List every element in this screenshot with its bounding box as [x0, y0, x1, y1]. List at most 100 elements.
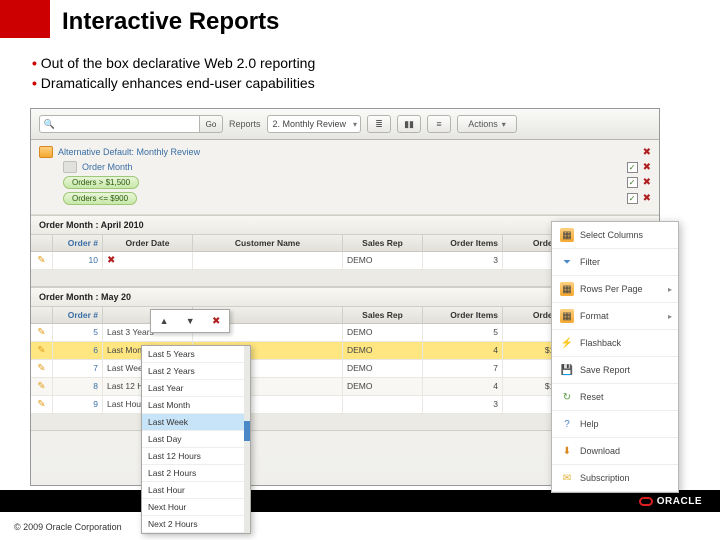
ic-funnel-icon: ⏷	[560, 255, 574, 269]
ic-cols-icon: ▦	[560, 309, 574, 323]
date-filter-popup: Last 5 YearsLast 2 YearsLast YearLast Mo…	[141, 345, 251, 534]
remove-icon[interactable]: ✖	[643, 147, 651, 158]
bullet-item: Dramatically enhances end-user capabilit…	[32, 75, 315, 91]
date-option[interactable]: Next Hour	[142, 499, 250, 516]
cell-order-no[interactable]: 9	[53, 396, 103, 413]
menu-item[interactable]: ▦ Format	[552, 303, 678, 330]
slide-title: Interactive Reports	[62, 8, 279, 36]
order-month-filter[interactable]: Order Month	[82, 162, 133, 172]
checkbox-icon[interactable]: ✓	[627, 193, 638, 204]
menu-label: Subscription	[580, 473, 630, 483]
go-button[interactable]: Go	[199, 115, 223, 133]
search-box: 🔍 Go	[39, 115, 223, 133]
sort-desc-icon[interactable]: ▼	[186, 316, 195, 326]
menu-label: Help	[580, 419, 599, 429]
cell-order-no[interactable]: 5	[53, 324, 103, 341]
edit-icon[interactable]: ✎	[37, 327, 45, 338]
remove-icon[interactable]: ✖	[643, 162, 651, 173]
oracle-logo: ORACLE	[639, 496, 702, 507]
menu-item[interactable]: ?Help	[552, 411, 678, 438]
date-option[interactable]: Last Year	[142, 380, 250, 397]
search-input[interactable]	[59, 115, 199, 133]
menu-item[interactable]: ⚡ Flashback	[552, 330, 678, 357]
cell-order-no[interactable]: 6	[53, 342, 103, 359]
menu-label: Format	[580, 311, 609, 321]
view-list-button[interactable]: ≣	[367, 115, 391, 133]
remove-icon[interactable]: ✖	[643, 193, 651, 204]
edit-icon[interactable]: ✎	[37, 255, 45, 266]
remove-icon[interactable]: ✖	[643, 177, 651, 188]
col-order-no[interactable]: Order #	[53, 307, 103, 323]
menu-item[interactable]: 💾 Save Report	[552, 357, 678, 384]
alt-default-label[interactable]: Alternative Default: Monthly Review	[58, 147, 200, 157]
report-icon	[39, 146, 53, 158]
copyright-text: © 2009 Oracle Corporation	[14, 522, 122, 532]
menu-item[interactable]: ↻ Reset	[552, 384, 678, 411]
scrollbar[interactable]	[244, 346, 250, 533]
menu-label: Filter	[580, 257, 600, 267]
date-option[interactable]: Last Week	[142, 414, 250, 431]
date-option[interactable]: Last Month	[142, 397, 250, 414]
menu-label: Reset	[580, 392, 604, 402]
edit-icon[interactable]: ✎	[37, 381, 45, 392]
close-icon[interactable]: ✖	[212, 316, 220, 327]
menu-item[interactable]: ⏷ Filter	[552, 249, 678, 276]
col-order-no[interactable]: Order #	[53, 235, 103, 251]
col-sales-rep[interactable]: Sales Rep	[343, 235, 423, 251]
menu-label: Rows Per Page	[580, 284, 643, 294]
ic-reset-icon: ↻	[560, 390, 574, 404]
date-option[interactable]: Last Hour	[142, 482, 250, 499]
view-chart-button[interactable]: ▮▮	[397, 115, 421, 133]
menu-label: Download	[580, 446, 620, 456]
checkbox-icon[interactable]: ✓	[627, 177, 638, 188]
screenshot-frame: 🔍 Go Reports 2. Monthly Review ≣ ▮▮ ≡ Ac…	[30, 108, 660, 486]
menu-label: Flashback	[580, 338, 621, 348]
highlight-pill[interactable]: Orders > $1,500	[63, 176, 139, 189]
edit-icon[interactable]: ✎	[37, 363, 45, 374]
cell-order-no[interactable]: 7	[53, 360, 103, 377]
ic-disk-icon: 💾	[560, 363, 574, 377]
report-toolbar: 🔍 Go Reports 2. Monthly Review ≣ ▮▮ ≡ Ac…	[31, 109, 659, 140]
menu-label: Save Report	[580, 365, 630, 375]
clear-icon[interactable]: ✖	[107, 255, 115, 266]
date-option[interactable]: Last Day	[142, 431, 250, 448]
view-group-button[interactable]: ≡	[427, 115, 451, 133]
scroll-thumb[interactable]	[244, 421, 250, 441]
search-icon[interactable]: 🔍	[39, 115, 59, 133]
menu-item[interactable]: ▦ Select Columns	[552, 222, 678, 249]
reports-select[interactable]: 2. Monthly Review	[267, 115, 362, 133]
actions-menu: ▦ Select Columns ⏷ Filter ▦ Rows Per Page ▦ For…	[551, 221, 679, 493]
actions-button[interactable]: Actions	[457, 115, 517, 133]
bullet-list: Out of the box declarative Web 2.0 repor…	[32, 55, 315, 95]
edit-icon[interactable]: ✎	[37, 345, 45, 356]
col-items[interactable]: Order Items	[423, 307, 503, 323]
menu-item[interactable]: ⬇Download	[552, 438, 678, 465]
sort-asc-icon[interactable]: ▲	[160, 316, 169, 326]
date-option[interactable]: Last 5 Years	[142, 346, 250, 363]
column-sort-popup[interactable]: ▲ ▼ ✖	[150, 309, 230, 333]
cell-order-no[interactable]: 8	[53, 378, 103, 395]
col-order-date[interactable]: Order Date	[103, 235, 193, 251]
menu-item[interactable]: ▦ Rows Per Page	[552, 276, 678, 303]
bullet-item: Out of the box declarative Web 2.0 repor…	[32, 55, 315, 71]
col-sales-rep[interactable]: Sales Rep	[343, 307, 423, 323]
date-option[interactable]: Next 2 Hours	[142, 516, 250, 533]
date-option[interactable]: Last 2 Years	[142, 363, 250, 380]
highlight-pill[interactable]: Orders <= $900	[63, 192, 137, 205]
col-customer[interactable]: Customer Name	[193, 235, 343, 251]
edit-icon[interactable]: ✎	[37, 399, 45, 410]
title-accent-block	[0, 0, 50, 38]
menu-item[interactable]: ✉Subscription	[552, 465, 678, 492]
oracle-o-icon	[639, 497, 653, 506]
reports-label: Reports	[229, 119, 261, 129]
footer-bar: ORACLE	[0, 490, 720, 512]
date-option[interactable]: Last 12 Hours	[142, 448, 250, 465]
ic-flash-icon: ⚡	[560, 336, 574, 350]
checkbox-icon[interactable]: ✓	[627, 162, 638, 173]
ic-cols-icon: ▦	[560, 228, 574, 242]
col-items[interactable]: Order Items	[423, 235, 503, 251]
ic-cols-icon: ▦	[560, 282, 574, 296]
cell-order-no[interactable]: 10	[53, 252, 103, 269]
date-option[interactable]: Last 2 Hours	[142, 465, 250, 482]
menu-label: Select Columns	[580, 230, 643, 240]
